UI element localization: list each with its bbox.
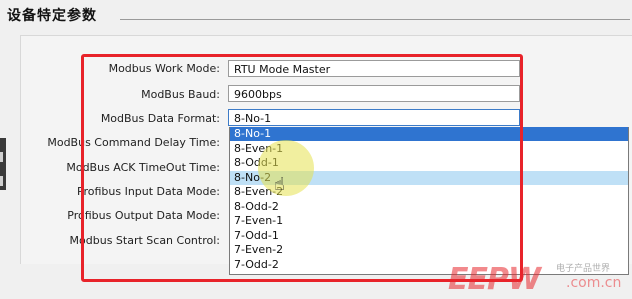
dropdown-option[interactable]: 8-Odd-2 — [230, 200, 628, 214]
profibus-output-label: Profibus Output Data Mode: — [67, 209, 220, 222]
dropdown-option[interactable]: 7-Even-2 — [230, 243, 628, 257]
data-format-select[interactable]: 8-No-1 — [228, 109, 520, 126]
watermark-logo: EEPW — [448, 262, 541, 297]
baud-label: ModBus Baud: — [141, 88, 220, 101]
watermark: EEPW 电子产品世界 .com.cn — [448, 258, 628, 297]
watermark-tagline: 电子产品世界 — [556, 264, 611, 274]
section-title: 设备特定参数 — [7, 8, 97, 24]
data-format-label: ModBus Data Format: — [100, 112, 220, 125]
dropdown-option[interactable]: 8-No-1 — [230, 127, 628, 141]
dropdown-option[interactable]: 7-Even-1 — [230, 214, 628, 228]
work-mode-label: Modbus Work Mode: — [108, 62, 220, 75]
hand-cursor-icon: ☝ — [274, 174, 285, 195]
splitter-handle[interactable] — [0, 176, 3, 186]
watermark-url: .com.cn — [566, 275, 622, 291]
baud-select[interactable]: 9600bps — [228, 85, 520, 102]
device-parameters-page: 设备特定参数 Modbus Work Mode: ModBus Baud: Mo… — [0, 0, 632, 299]
scan-control-label: Modbus Start Scan Control: — [69, 234, 220, 247]
ack-timeout-label: ModBus ACK TimeOut Time: — [66, 161, 220, 174]
work-mode-select[interactable]: RTU Mode Master — [228, 60, 520, 77]
profibus-input-label: Profibus Input Data Mode: — [77, 185, 220, 198]
splitter-handle[interactable] — [0, 152, 3, 162]
cursor-highlight — [258, 140, 314, 196]
section-divider — [120, 19, 630, 20]
dropdown-option[interactable]: 7-Odd-1 — [230, 229, 628, 243]
command-delay-label: ModBus Command Delay Time: — [47, 136, 220, 149]
